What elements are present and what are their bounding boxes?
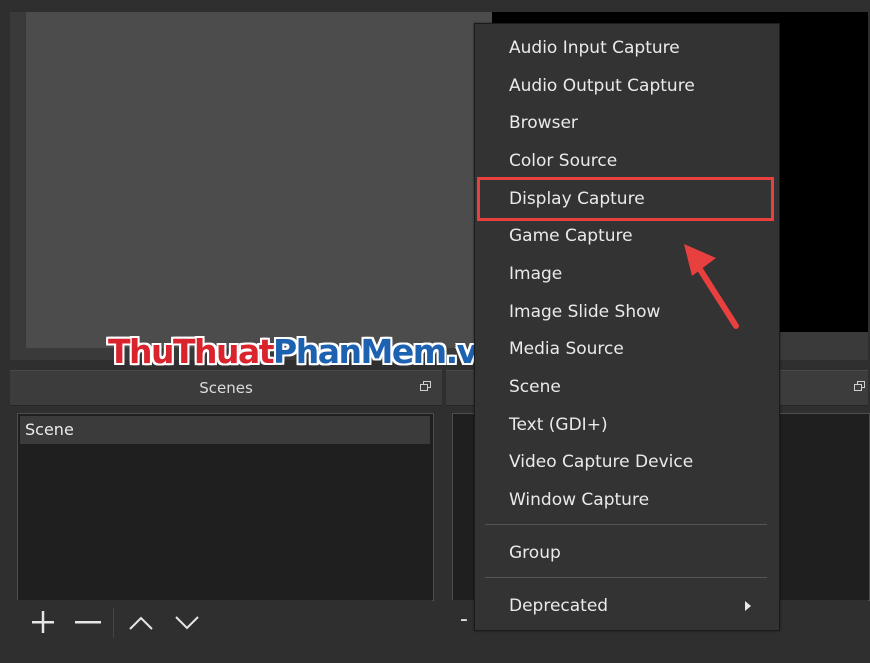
scene-list-item[interactable]: Scene: [20, 416, 430, 444]
move-scene-down-button[interactable]: [173, 608, 201, 636]
menu-separator: [485, 524, 767, 525]
obs-window: Scenes Scene - ThuThuatPhanMem.vn Audio: [0, 0, 870, 663]
move-scene-up-button[interactable]: [127, 608, 155, 636]
menu-separator: [485, 577, 767, 578]
move-up-icon: [129, 616, 153, 630]
menu-item-browser[interactable]: Browser: [475, 105, 777, 141]
toolbar-separator: [113, 608, 114, 638]
menu-item-color-source[interactable]: Color Source: [475, 143, 777, 179]
scenes-title: Scenes: [199, 379, 253, 397]
preview-canvas: [26, 12, 492, 348]
menu-item-deprecated[interactable]: Deprecated: [475, 588, 777, 624]
menu-item-window-capture[interactable]: Window Capture: [475, 482, 777, 518]
pointer-arrow-icon: [684, 244, 739, 329]
scenes-toolbar: [17, 600, 432, 646]
menu-item-deprecated-label: Deprecated: [509, 596, 609, 616]
menu-item-text-gdi[interactable]: Text (GDI+): [475, 407, 777, 443]
scenes-dock-title: Scenes: [10, 370, 442, 406]
menu-item-scene[interactable]: Scene: [475, 369, 777, 405]
move-down-icon: [175, 616, 199, 630]
add-scene-button[interactable]: [29, 608, 57, 636]
watermark: ThuThuatPhanMem.vn: [108, 332, 500, 371]
remove-scene-button[interactable]: [73, 608, 101, 636]
highlight-box: [477, 177, 774, 221]
submenu-arrow-icon: [745, 601, 751, 611]
menu-item-group[interactable]: Group: [475, 535, 777, 571]
remove-icon: [75, 621, 101, 624]
menu-item-audio-output-capture[interactable]: Audio Output Capture: [475, 68, 777, 104]
watermark-part1: ThuThuat: [108, 332, 275, 371]
menu-item-video-capture-device[interactable]: Video Capture Device: [475, 444, 777, 480]
dock-float-icon[interactable]: [420, 381, 431, 391]
dock-float-icon[interactable]: [854, 381, 865, 391]
add-icon: [32, 611, 54, 633]
menu-item-audio-input-capture[interactable]: Audio Input Capture: [475, 30, 777, 66]
watermark-part2: PhanMem.vn: [273, 332, 500, 371]
